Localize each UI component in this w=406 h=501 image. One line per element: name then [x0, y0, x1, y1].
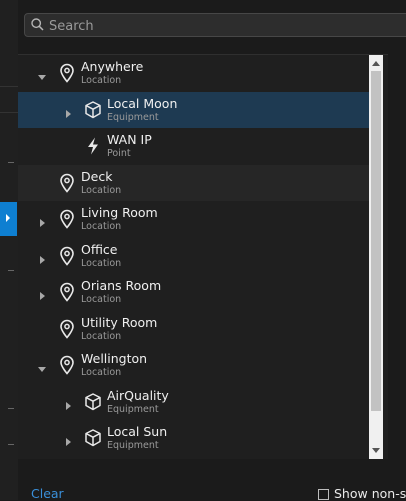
tree-item-subtitle: Location	[81, 75, 122, 86]
chevron-right-icon[interactable]	[37, 213, 47, 232]
chevron-right-icon	[6, 214, 10, 222]
tree-item[interactable]: Wellington Location	[18, 347, 369, 383]
location-pin-icon	[58, 282, 76, 306]
location-pin-icon	[58, 173, 76, 197]
search-box[interactable]	[24, 13, 406, 38]
tree-item[interactable]: WAN IP Point	[18, 128, 369, 164]
tree-item-subtitle: Location	[81, 258, 122, 269]
location-pin-icon	[58, 319, 76, 343]
tree-item-title: Office	[81, 242, 118, 257]
sidebar-item-marker[interactable]	[8, 270, 14, 271]
tree-item-subtitle: Point	[107, 148, 131, 159]
vertical-scrollbar[interactable]	[369, 55, 383, 459]
equipment-cube-icon	[84, 392, 102, 416]
tree-item-subtitle: Location	[81, 294, 122, 305]
tree-item-subtitle: Location	[81, 185, 122, 196]
tree-item[interactable]: Office Location	[18, 238, 369, 274]
tree-item-title: Local Sun	[107, 424, 168, 439]
lightning-bolt-icon	[84, 136, 102, 160]
scroll-down-arrow-icon[interactable]	[372, 448, 380, 453]
tree-item-title: Anywhere	[81, 59, 144, 74]
chevron-right-icon[interactable]	[37, 250, 47, 269]
tree-item[interactable]: Orians Room Location	[18, 274, 369, 310]
chevron-down-icon[interactable]	[37, 359, 47, 378]
show-non-semantic-checkbox[interactable]	[318, 489, 329, 500]
tree-item-subtitle: Location	[81, 221, 122, 232]
sidebar-divider	[0, 112, 18, 113]
tree-item-title: Deck	[81, 169, 113, 184]
tree-item[interactable]: Local Sun Equipment	[18, 420, 369, 456]
chevron-right-icon[interactable]	[63, 396, 73, 415]
location-pin-icon	[58, 209, 76, 233]
chevron-right-icon[interactable]	[63, 432, 73, 451]
tree-item-title: AirQuality	[107, 388, 169, 403]
tree-item-subtitle: Equipment	[107, 404, 159, 415]
tree-item-subtitle: Location	[81, 331, 122, 342]
chevron-right-icon[interactable]	[37, 286, 47, 305]
search-icon	[31, 18, 44, 31]
search-input[interactable]	[47, 14, 406, 38]
tree-item-title: Local Moon	[107, 96, 178, 111]
tree-item-subtitle: Equipment	[107, 440, 159, 451]
tree-item-title: Wellington	[81, 351, 148, 366]
sidebar-divider	[0, 86, 18, 87]
scroll-up-arrow-icon[interactable]	[372, 61, 380, 66]
location-pin-icon	[58, 246, 76, 270]
tree-item[interactable]: Deck Location	[18, 165, 369, 201]
tree-item-title: WAN IP	[107, 132, 152, 147]
picker-footer: Clear Show non-se	[18, 470, 406, 501]
sidebar-item-marker[interactable]	[8, 162, 14, 163]
tree-item[interactable]: Anywhere Location	[18, 55, 369, 91]
tree-item-title: Living Room	[81, 205, 158, 220]
sidebar-item-marker[interactable]	[8, 444, 14, 445]
equipment-cube-icon	[84, 100, 102, 124]
chevron-down-icon[interactable]	[37, 67, 47, 86]
location-pin-icon	[58, 355, 76, 379]
tree-item[interactable]: AirQuality Equipment	[18, 384, 369, 420]
tree-item-title: Orians Room	[81, 278, 162, 293]
left-sidebar-strip	[0, 0, 18, 500]
clear-link[interactable]: Clear	[31, 486, 64, 501]
tree-item[interactable]: Utility Room Location	[18, 311, 369, 347]
scrollbar-thumb[interactable]	[371, 71, 381, 411]
sidebar-item-marker[interactable]	[8, 408, 14, 409]
tree-item-title: Utility Room	[81, 315, 158, 330]
equipment-cube-icon	[84, 428, 102, 452]
tree-item[interactable]: Local Moon Equipment	[18, 92, 369, 128]
location-tree-panel: Anywhere Location Local Moon Equipment WAN I…	[18, 54, 388, 459]
tree-item-subtitle: Location	[81, 367, 122, 378]
tree-item-subtitle: Equipment	[107, 112, 159, 123]
chevron-right-icon[interactable]	[63, 104, 73, 123]
show-non-semantic-label[interactable]: Show non-se	[334, 486, 406, 501]
tree-item[interactable]: Living Room Location	[18, 201, 369, 237]
location-pin-icon	[58, 63, 76, 87]
